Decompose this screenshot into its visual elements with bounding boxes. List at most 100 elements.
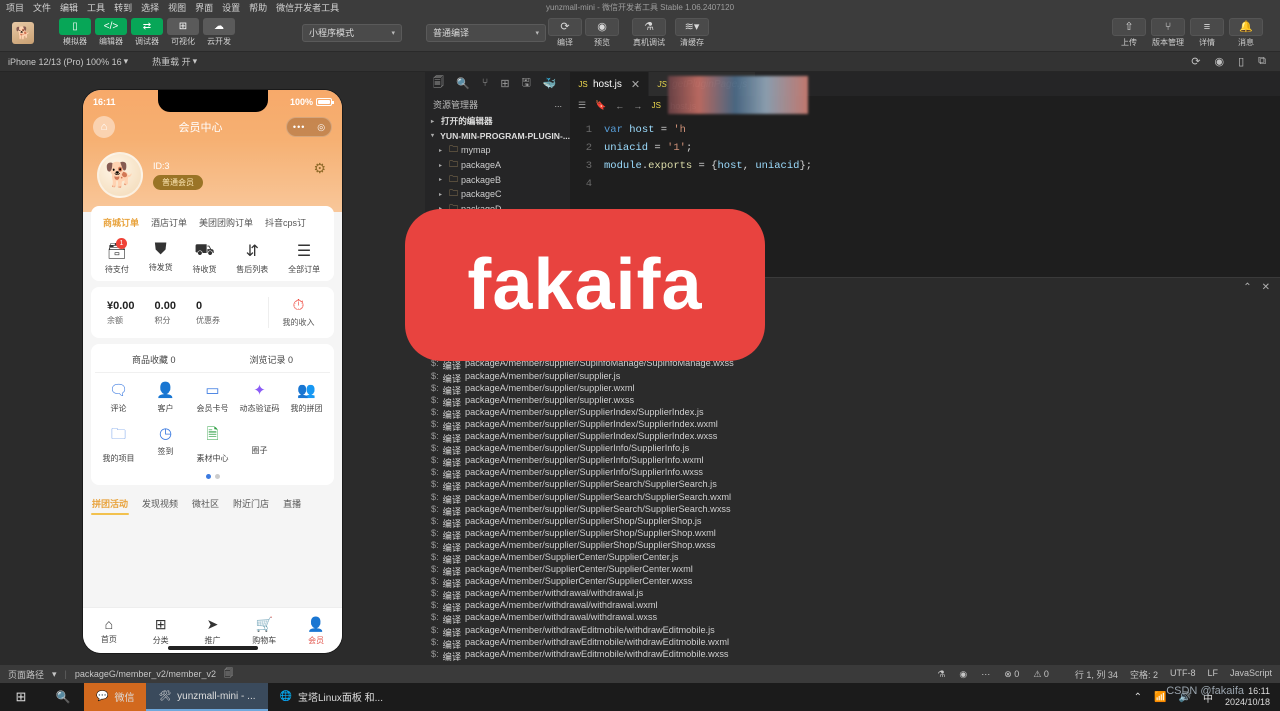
record-icon[interactable]: ◉: [1214, 55, 1224, 68]
toolbtn-cloud[interactable]: ☁ 云开发: [202, 18, 236, 47]
menu-item-goto[interactable]: 转到: [114, 1, 132, 14]
fav-history[interactable]: 浏览记录 0: [213, 353, 331, 366]
chevron-up-icon[interactable]: ⌃: [1134, 692, 1142, 703]
device-select[interactable]: iPhone 12/13 (Pro) 100% 16: [0, 57, 122, 67]
tabbar-item-member[interactable]: 👤 会员: [290, 616, 342, 646]
docker-icon[interactable]: 🐳: [543, 77, 557, 90]
grid-item-material[interactable]: 🗎 素材中心: [189, 424, 236, 464]
compile-button[interactable]: ⟳ 编译: [547, 17, 583, 48]
warning-count[interactable]: ⚠ 0: [1033, 669, 1049, 680]
extensions-icon[interactable]: ⊞: [500, 77, 509, 90]
tree-project-root[interactable]: ▾ YUN-MIN-PROGRAM-PLUGIN-...: [425, 129, 570, 144]
pagination-dot-2[interactable]: [214, 474, 220, 479]
forward-icon[interactable]: →: [633, 101, 642, 111]
grid-item-project[interactable]: 🗀 我的项目: [95, 424, 142, 464]
eye-icon[interactable]: ◉: [959, 669, 967, 680]
device-select-chevron[interactable]: ▾: [122, 56, 129, 67]
taskbar-item-devtools[interactable]: 🛠 yunzmall-mini - ...: [146, 683, 268, 711]
clear-cache-button[interactable]: ≋▾ 清缓存: [674, 17, 710, 48]
toolbtn-visual[interactable]: ⊞ 可视化: [166, 18, 200, 47]
device-debug-button[interactable]: ⚗ 真机调试: [631, 17, 667, 48]
files-icon[interactable]: 🗐: [433, 74, 444, 93]
indent-setting[interactable]: 空格: 2: [1130, 668, 1158, 681]
grid-item-circle[interactable]: · 圈子: [236, 424, 283, 464]
page-path-chevron-icon[interactable]: ▾: [52, 669, 57, 680]
menu-item-project[interactable]: 项目: [6, 1, 24, 14]
tabbar-item-cart[interactable]: 🛒 购物车: [238, 616, 290, 646]
tabbar-item-home[interactable]: ⌂ 首页: [83, 616, 135, 645]
eol[interactable]: LF: [1207, 668, 1218, 681]
grid-item-membercard[interactable]: ▭ 会员卡号: [189, 381, 236, 414]
encoding[interactable]: UTF-8: [1170, 668, 1196, 681]
grid-item-checkin[interactable]: ◷ 签到: [142, 424, 189, 464]
toolbtn-debugger[interactable]: ⇄ 调试器: [130, 18, 164, 47]
more-icon[interactable]: ⋯: [981, 669, 990, 680]
order-status-all[interactable]: ☰ 全部订单: [288, 241, 320, 275]
pagination-dot-1[interactable]: [205, 474, 211, 479]
order-status-pending-receive[interactable]: ⛟ 待收货: [192, 241, 216, 275]
back-icon[interactable]: ←: [615, 101, 624, 111]
tree-open-editors[interactable]: ▸ 打开的编辑器: [425, 114, 570, 129]
menu-item-select[interactable]: 选择: [141, 1, 159, 14]
gear-icon[interactable]: ⚙: [313, 160, 326, 177]
menu-item-devtools[interactable]: 微信开发者工具: [276, 1, 339, 14]
hot-reload-chevron[interactable]: ▾: [191, 56, 198, 67]
order-tab-hotel[interactable]: 酒店订单: [145, 214, 193, 231]
explorer-more-icon[interactable]: ...: [554, 99, 562, 109]
language-mode[interactable]: JavaScript: [1230, 668, 1272, 681]
editor-tab-host-js[interactable]: JS host.js ✕: [570, 72, 650, 96]
avatar[interactable]: 🐕: [97, 152, 143, 198]
order-status-pending-pay[interactable]: 1 🗃 待支付: [105, 238, 129, 275]
menu-item-interface[interactable]: 界面: [195, 1, 213, 14]
outline-toggle-icon[interactable]: ☰: [578, 100, 586, 111]
content-tab-store[interactable]: 附近门店: [226, 495, 276, 512]
tree-folder-mymap[interactable]: ▸ 🗀 mymap: [425, 143, 570, 158]
mode-select[interactable]: 小程序模式 ▾: [302, 23, 402, 42]
version-button[interactable]: ⑂ 版本管理: [1150, 17, 1186, 48]
content-tab-video[interactable]: 发现视频: [135, 495, 185, 512]
detach-icon[interactable]: ⧉: [1258, 55, 1266, 68]
order-tab-mall[interactable]: 商城订单: [97, 214, 145, 231]
wechat-capsule[interactable]: ••• ◎: [286, 117, 332, 137]
menu-item-help[interactable]: 帮助: [249, 1, 267, 14]
search-icon[interactable]: 🔍: [456, 77, 470, 90]
capsule-target-icon[interactable]: ◎: [317, 122, 325, 133]
close-icon[interactable]: ✕: [1262, 282, 1270, 293]
refresh-icon[interactable]: ⟳: [1191, 55, 1200, 68]
cursor-position[interactable]: 行 1, 列 34: [1075, 668, 1118, 681]
compile-select[interactable]: 普通编译 ▾: [426, 23, 546, 42]
grid-item-otp[interactable]: ✦ 动态验证码: [236, 381, 283, 414]
taskbar-item-wechat[interactable]: 💬 微信: [84, 683, 147, 711]
menu-bar[interactable]: 项目 文件 编辑 工具 转到 选择 视图 界面 设置 帮助 微信开发者工具: [0, 1, 339, 14]
order-tab-douyin[interactable]: 抖音cps订: [259, 214, 312, 231]
grid-item-customer[interactable]: 👤 客户: [142, 381, 189, 414]
menu-item-view[interactable]: 视图: [168, 1, 186, 14]
grid-item-comment[interactable]: 🗨 评论: [95, 381, 142, 414]
content-tab-community[interactable]: 微社区: [185, 495, 226, 512]
message-button[interactable]: 🔔 消息: [1228, 17, 1264, 48]
save-icon[interactable]: 🖫: [522, 74, 531, 93]
stat-coupon[interactable]: 0 优惠券: [186, 300, 230, 326]
toolbtn-editor[interactable]: </> 编辑器: [94, 18, 128, 47]
menu-item-edit[interactable]: 编辑: [60, 1, 78, 14]
rotate-icon[interactable]: ▯: [1238, 55, 1244, 68]
upload-button[interactable]: ⇧ 上传: [1111, 17, 1147, 48]
bug-icon[interactable]: ⚗: [937, 669, 945, 680]
tree-folder-packageA[interactable]: ▸ 🗀 packageA: [425, 158, 570, 173]
preview-button[interactable]: ◉ 预览: [584, 17, 620, 48]
content-tab-live[interactable]: 直播: [276, 495, 308, 512]
source-control-icon[interactable]: ⑂: [482, 77, 489, 89]
taskbar-item-browser[interactable]: 🌐 宝塔Linux面板 和...: [268, 683, 395, 711]
stat-points[interactable]: 0.00 积分: [145, 300, 186, 326]
tabbar-item-promote[interactable]: ➤ 推广: [187, 616, 239, 646]
menu-item-tools[interactable]: 工具: [87, 1, 105, 14]
chevron-up-icon[interactable]: ⌃: [1243, 282, 1251, 293]
network-icon[interactable]: 📶: [1154, 692, 1166, 703]
toolbtn-simulator[interactable]: ▯ 模拟器: [58, 18, 92, 47]
tree-folder-packageC[interactable]: ▸ 🗀 packageC: [425, 187, 570, 202]
copy-icon[interactable]: 🗐: [224, 666, 233, 682]
details-button[interactable]: ≡ 详情: [1189, 17, 1225, 48]
hot-reload-toggle[interactable]: 热重载 开: [152, 55, 191, 68]
order-tab-meituan[interactable]: 美团团购订单: [193, 214, 259, 231]
order-status-aftersale[interactable]: ⇵ 售后列表: [236, 241, 268, 275]
